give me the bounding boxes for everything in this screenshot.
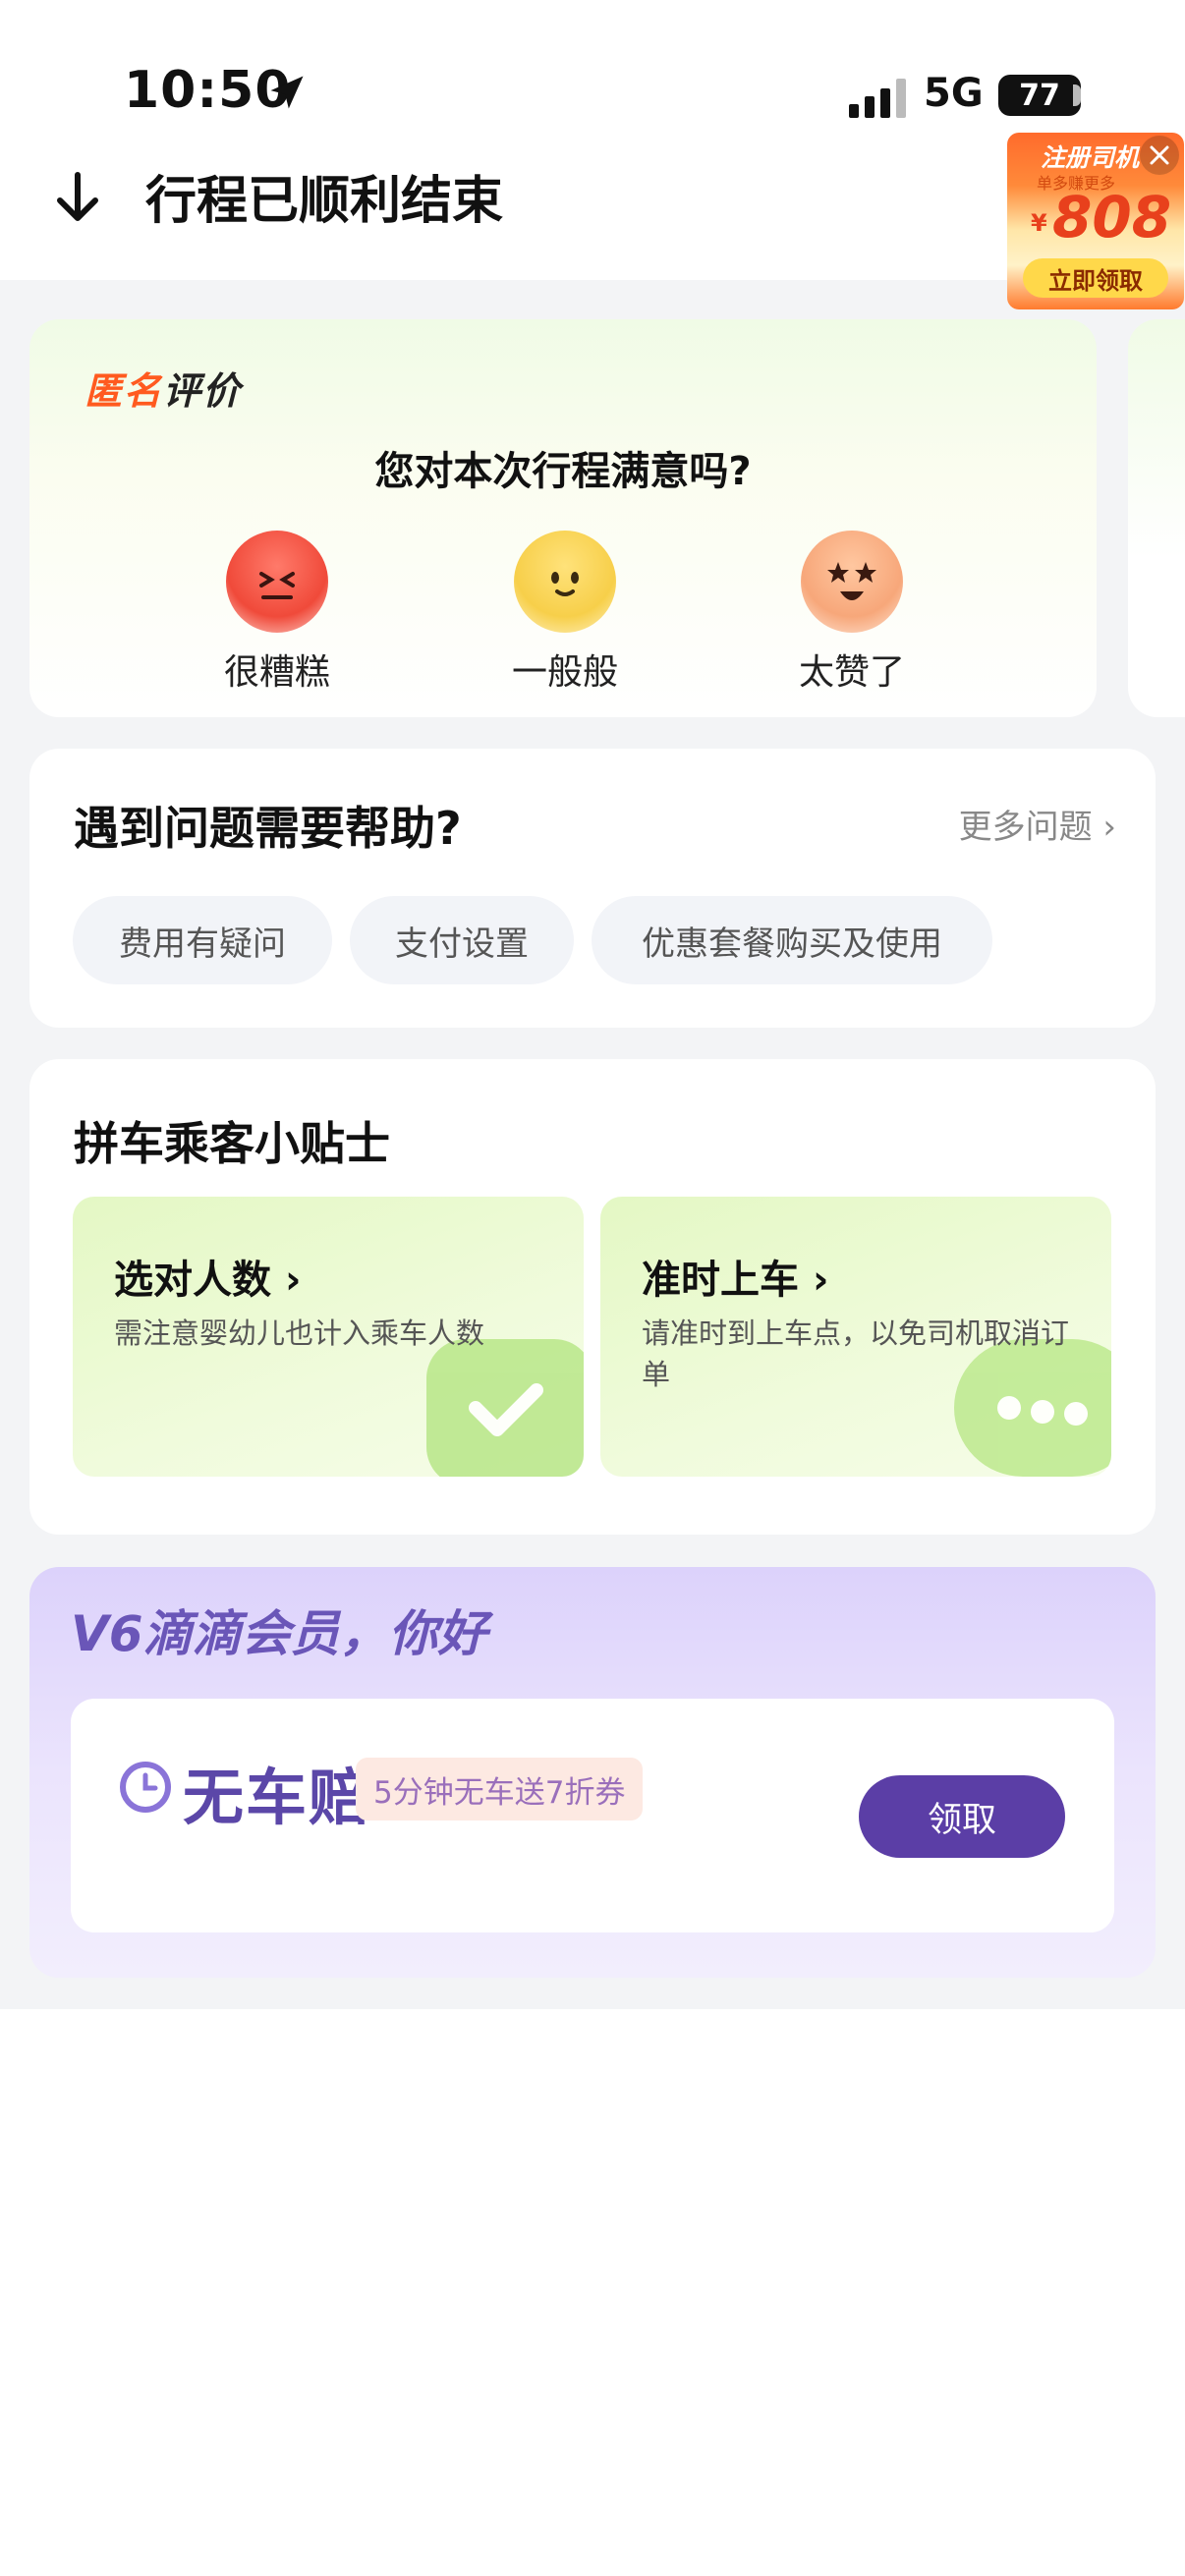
anonymous-rating-card: 匿名评价 您对本次行程满意吗? 很糟糕 一般般 太赞了	[29, 319, 1097, 717]
more-questions-label: 更多问题	[958, 808, 1093, 847]
chevron-right-icon: ›	[812, 1258, 829, 1303]
network-label: 5G	[924, 71, 984, 116]
angry-face-icon[interactable]	[226, 531, 328, 633]
promo-currency: ¥	[1031, 209, 1047, 237]
member-card: V6滴滴会员，你好 无车赔 5分钟无车送7折券 领取	[29, 1567, 1156, 1978]
tip-card-passenger-count[interactable]: 选对人数 › 需注意婴幼儿也计入乘车人数	[73, 1197, 584, 1477]
battery-tip	[1073, 84, 1081, 106]
neutral-face-icon[interactable]	[514, 531, 616, 633]
more-questions-link[interactable]: 更多问题 ›	[959, 800, 1116, 848]
promo-title: 注册司机	[1041, 143, 1140, 172]
status-bar: 10:50 5G 77	[0, 0, 1185, 147]
cellular-signal-icon	[849, 79, 906, 118]
page-title: 行程已顺利结束	[145, 172, 504, 231]
badge-part-rating: 评价	[163, 369, 243, 413]
rating-option-label[interactable]: 一般般	[477, 644, 653, 695]
member-greeting: V6滴滴会员，你好	[71, 1605, 487, 1662]
help-chip[interactable]: 费用有疑问	[73, 896, 332, 984]
battery-icon: 77	[998, 75, 1081, 116]
next-card-peek[interactable]	[1128, 319, 1185, 717]
tip-description: 需注意婴幼儿也计入乘车人数	[114, 1316, 485, 1350]
help-card: 遇到问题需要帮助? 更多问题 › 费用有疑问 支付设置 优惠套餐购买及使用	[29, 749, 1156, 1028]
close-icon[interactable]	[1140, 136, 1179, 175]
check-badge-icon	[426, 1339, 584, 1477]
rating-option-label[interactable]: 太赞了	[763, 644, 940, 695]
chevron-right-icon: ›	[1102, 808, 1116, 847]
rating-question: 您对本次行程满意吗?	[374, 449, 752, 494]
tip-title: 选对人数 ›	[114, 1258, 302, 1303]
tip-card-on-time[interactable]: 准时上车 › 请准时到上车点，以免司机取消订单	[600, 1197, 1111, 1477]
help-chip[interactable]: 支付设置	[350, 896, 574, 984]
rating-option-label[interactable]: 很糟糕	[189, 644, 366, 695]
promo-amount: 808	[1052, 184, 1172, 251]
chevron-right-icon: ›	[284, 1258, 302, 1303]
tip-description: 请准时到上车点，以免司机取消订单	[642, 1316, 1070, 1391]
tip-title: 准时上车 ›	[642, 1258, 829, 1303]
no-car-compensation-panel: 无车赔 5分钟无车送7折券 领取	[71, 1699, 1114, 1932]
product-name: 无车赔	[183, 1762, 372, 1833]
tips-title: 拼车乘客小贴士	[74, 1117, 390, 1170]
help-title: 遇到问题需要帮助?	[74, 802, 462, 855]
promo-claim-button[interactable]: 立即领取	[1023, 258, 1168, 298]
arrow-down-icon[interactable]	[53, 169, 102, 228]
help-chip[interactable]: 优惠套餐购买及使用	[592, 896, 992, 984]
carpool-tips-card: 拼车乘客小贴士 选对人数 › 需注意婴幼儿也计入乘车人数 准时上车 › 请准时到…	[29, 1059, 1156, 1535]
badge-part-anonymous: 匿名	[85, 369, 164, 413]
clock-icon	[120, 1762, 171, 1813]
star-eyes-face-icon[interactable]	[801, 531, 903, 633]
product-badge: 5分钟无车送7折券	[356, 1758, 644, 1820]
claim-button[interactable]: 领取	[859, 1775, 1065, 1858]
anonymous-rating-badge: 匿名评价	[85, 361, 242, 415]
location-arrow-icon	[270, 76, 304, 109]
